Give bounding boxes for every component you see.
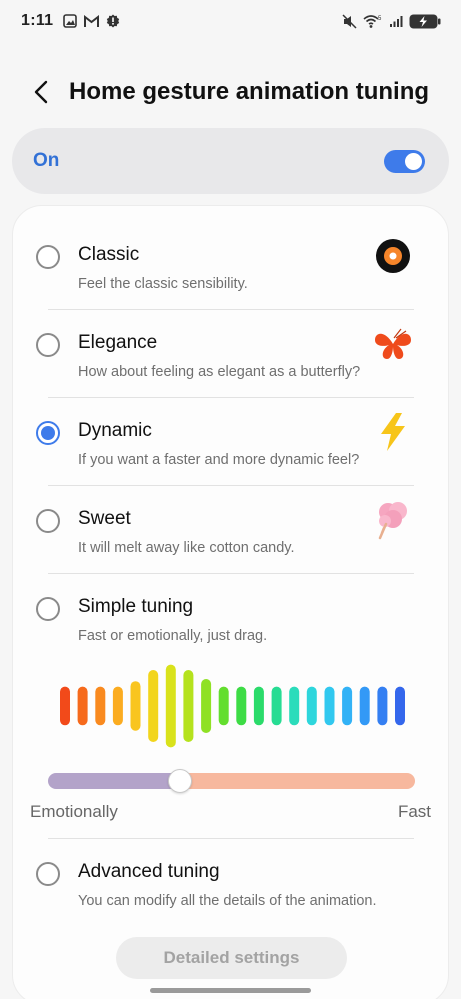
record-icon <box>371 234 415 278</box>
wave-bar <box>306 686 317 726</box>
master-toggle-row[interactable]: On <box>12 128 449 194</box>
settings-badge-icon <box>106 14 120 28</box>
wave-bar <box>324 686 335 726</box>
wave-bar <box>395 686 405 726</box>
wifi-band-label: 5 <box>378 16 382 22</box>
option-title: Sweet <box>78 508 131 529</box>
wave-bar <box>289 686 300 726</box>
wave-bar <box>130 681 141 731</box>
option-subtitle: Fast or emotionally, just drag. <box>78 628 268 644</box>
slider-max-label: Fast <box>397 802 431 821</box>
app-header: Home gesture animation tuning <box>0 66 461 120</box>
slider-min-label: Emotionally <box>30 802 118 821</box>
butterfly-icon <box>371 322 415 366</box>
status-time: 1:11 <box>21 12 54 29</box>
radio-simple-tuning[interactable] <box>36 597 60 621</box>
option-elegance[interactable]: Elegance How about feeling as elegant as… <box>13 294 450 382</box>
wave-bar <box>165 664 176 748</box>
options-card: Classic Feel the classic sensibility. El… <box>12 205 449 999</box>
wave-bar <box>60 686 70 726</box>
wave-bar <box>253 686 264 726</box>
wave-bar <box>236 686 247 726</box>
page-title: Home gesture animation tuning <box>69 78 430 105</box>
option-title: Advanced tuning <box>78 861 220 882</box>
option-dynamic[interactable]: Dynamic If you want a faster and more dy… <box>13 382 450 470</box>
tuning-slider[interactable] <box>48 769 415 793</box>
master-toggle-switch[interactable] <box>384 149 425 173</box>
wave-bar <box>148 670 159 742</box>
option-advanced-tuning[interactable]: Advanced tuning You can modify all the d… <box>13 823 450 911</box>
wave-bar <box>183 670 194 742</box>
radio-elegance[interactable] <box>36 333 60 357</box>
gallery-icon <box>63 14 78 28</box>
option-sweet[interactable]: Sweet It will melt away like cotton cand… <box>13 470 450 558</box>
slider-track-emotional <box>48 773 181 789</box>
master-toggle-label: On <box>33 150 60 171</box>
home-indicator <box>150 988 311 993</box>
wave-bar <box>95 686 106 726</box>
radio-advanced-tuning[interactable] <box>36 862 60 886</box>
status-bar: 1:11 5 <box>0 0 461 42</box>
toggle-knob <box>405 152 422 170</box>
wave-bar <box>359 686 370 726</box>
lightning-icon <box>371 410 415 454</box>
gmail-icon <box>84 14 100 28</box>
wave-bar <box>201 679 212 733</box>
wifi-icon: 5 <box>363 14 383 29</box>
signal-icon <box>389 14 403 28</box>
option-simple-tuning[interactable]: Simple tuning Fast or emotionally, just … <box>13 558 450 646</box>
chevron-left-icon <box>33 80 49 109</box>
wave-bar <box>218 686 229 726</box>
detailed-settings-button[interactable]: Detailed settings <box>116 937 347 979</box>
option-title: Dynamic <box>78 420 152 441</box>
option-subtitle: If you want a faster and more dynamic fe… <box>78 452 360 468</box>
back-button[interactable] <box>26 79 56 109</box>
slider-thumb[interactable] <box>168 769 193 793</box>
status-right: 5 <box>342 13 441 29</box>
wave-bar <box>342 686 353 726</box>
slider-track-fast <box>180 773 415 789</box>
option-subtitle: You can modify all the details of the an… <box>78 893 377 909</box>
option-subtitle: Feel the classic sensibility. <box>78 276 248 292</box>
option-classic[interactable]: Classic Feel the classic sensibility. <box>13 206 450 294</box>
option-subtitle: How about feeling as elegant as a butter… <box>78 364 361 380</box>
radio-classic[interactable] <box>36 245 60 269</box>
mute-icon <box>342 13 357 29</box>
status-left: 1:11 <box>21 12 120 30</box>
wave-bar <box>271 686 282 726</box>
radio-sweet[interactable] <box>36 509 60 533</box>
cotton-candy-icon <box>371 498 415 542</box>
wave-bar <box>112 686 123 726</box>
option-title: Classic <box>78 244 140 265</box>
radio-dynamic[interactable] <box>36 421 60 445</box>
battery-charging-icon <box>409 14 441 29</box>
wave-bar <box>77 686 88 726</box>
animation-wave-preview <box>60 664 405 748</box>
option-subtitle: It will melt away like cotton candy. <box>78 540 295 556</box>
wave-bar <box>377 686 388 726</box>
option-title: Elegance <box>78 332 158 353</box>
option-title: Simple tuning <box>78 596 194 617</box>
